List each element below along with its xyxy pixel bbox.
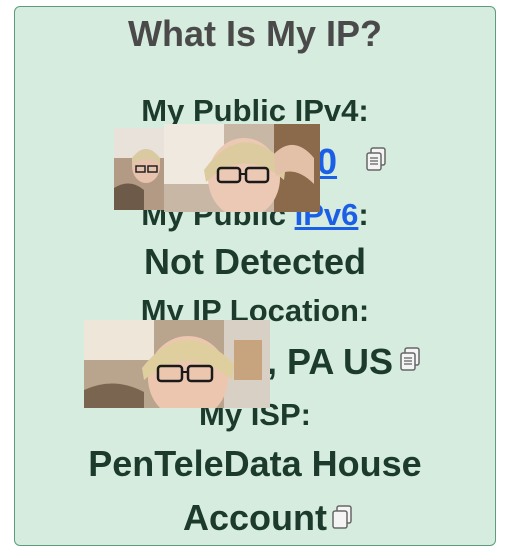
copy-icon[interactable] — [365, 147, 387, 171]
isp-value-line1: PenTeleData House — [88, 443, 422, 484]
ipv6-value: Not Detected — [143, 241, 367, 282]
copy-icon[interactable] — [399, 347, 421, 371]
location-value: , PA US — [267, 341, 394, 382]
user-photo-overlay-bottom — [84, 320, 270, 408]
ip-info-card: What Is My IP? My Public IPv4: 0 My Publ… — [14, 6, 496, 546]
user-photo-overlay-top — [164, 124, 320, 212]
ipv4-value-link[interactable]: 0 — [317, 141, 337, 183]
copy-icon[interactable] — [331, 505, 353, 529]
isp-value-line2: Account — [183, 497, 327, 538]
page-title: What Is My IP? — [127, 13, 383, 54]
ipv6-label-suffix: : — [358, 197, 369, 232]
user-photo-overlay-small — [114, 128, 170, 210]
